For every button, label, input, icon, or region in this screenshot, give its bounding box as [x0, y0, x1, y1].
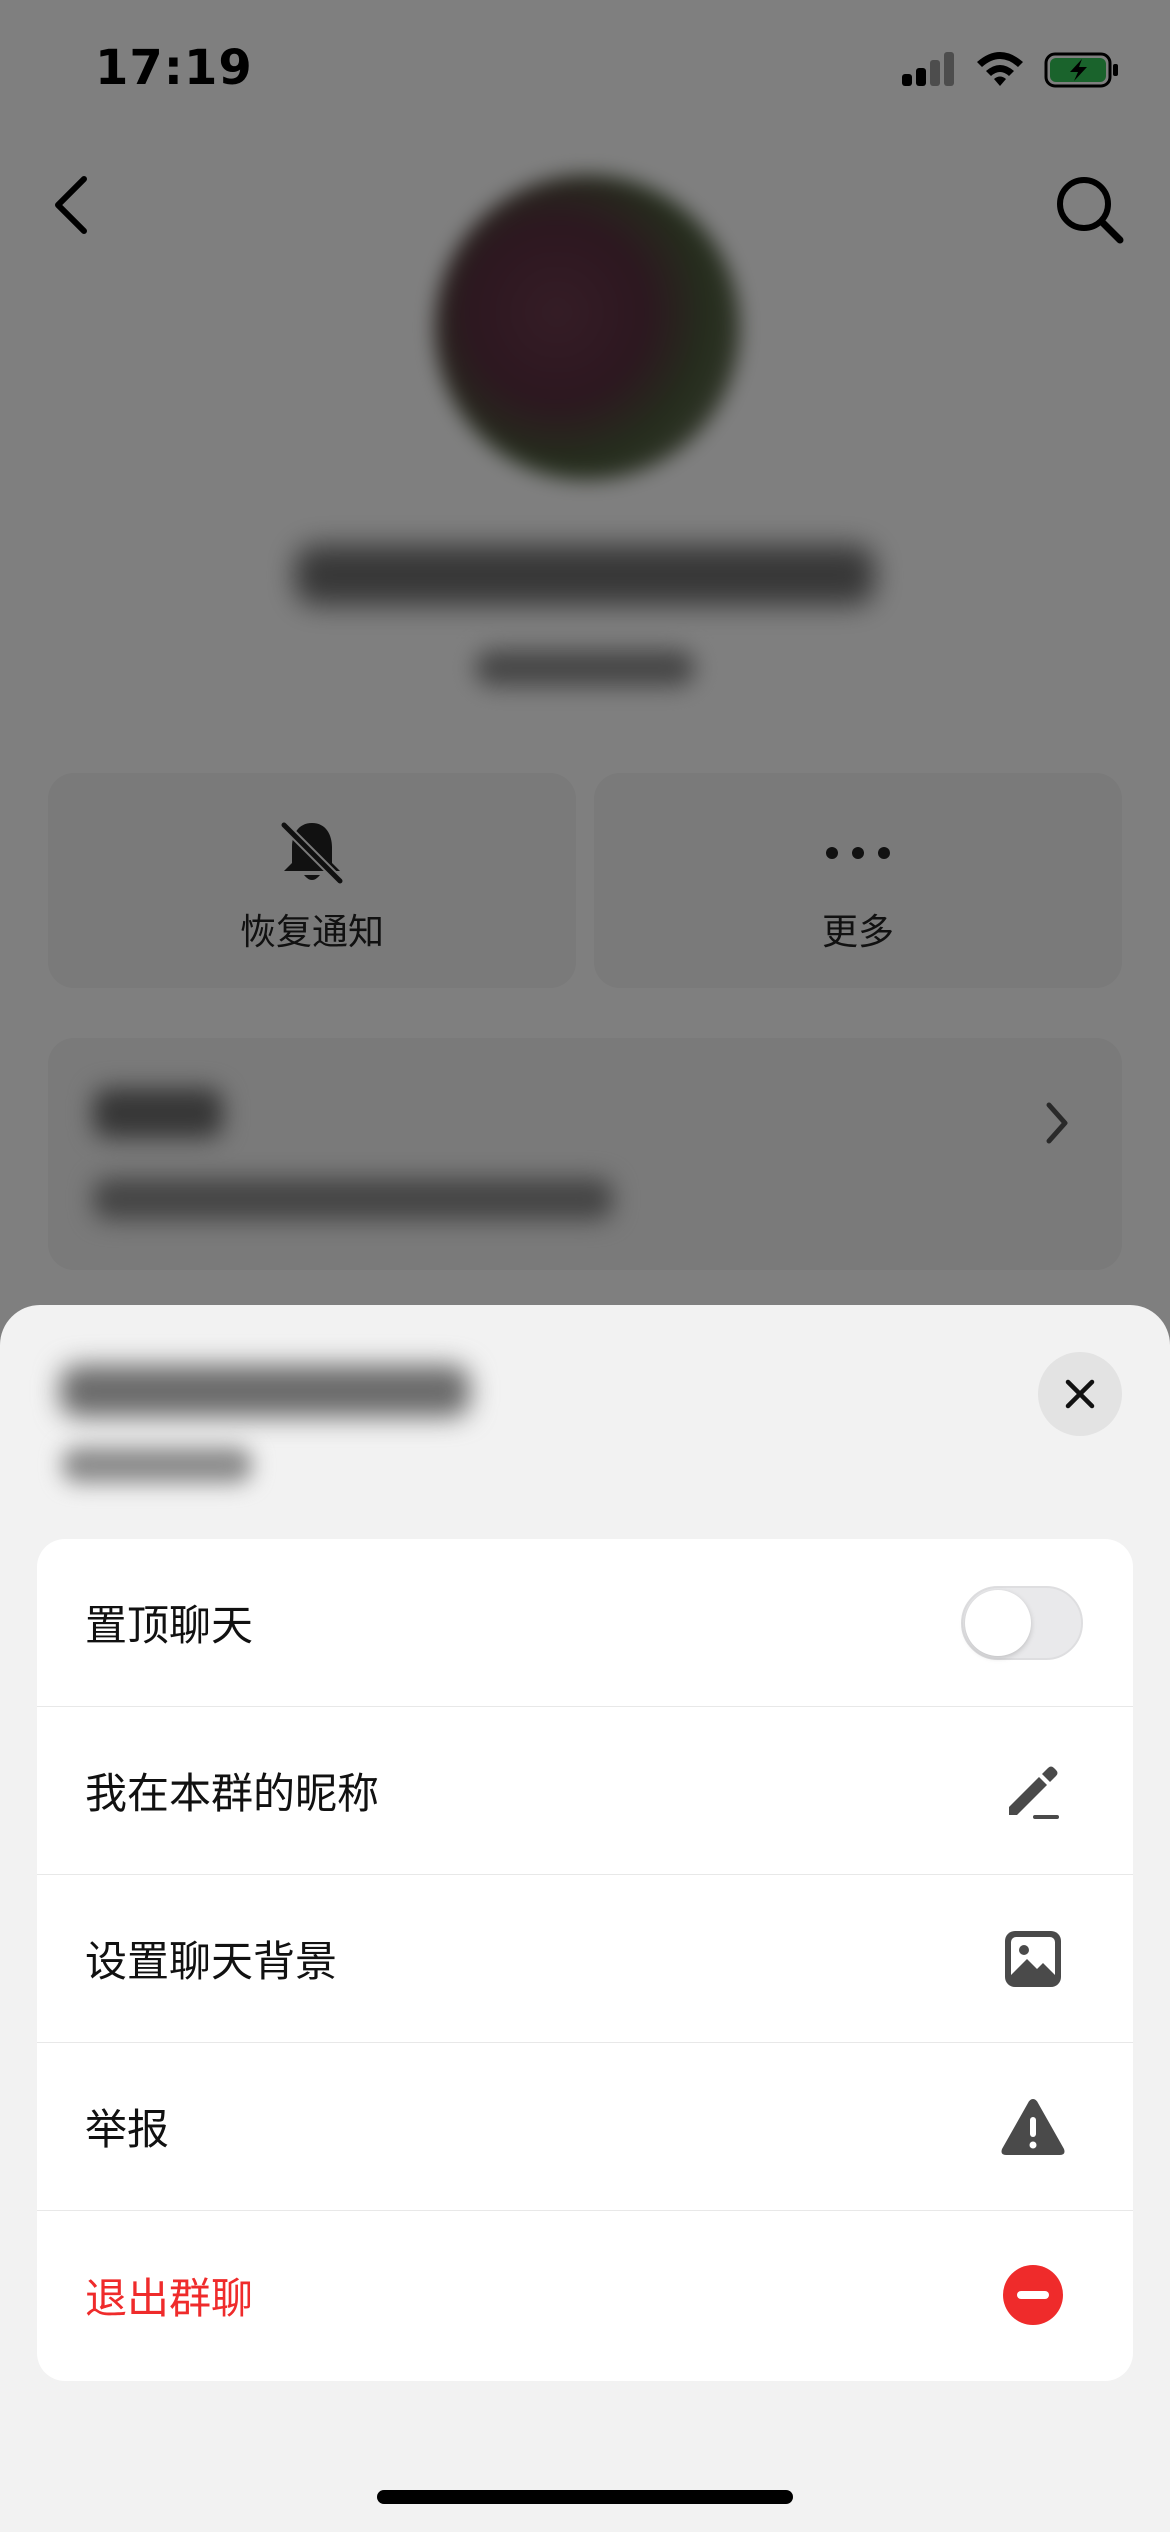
menu-icon-wrap: [998, 2092, 1068, 2162]
menu-item-report[interactable]: 举报: [37, 2043, 1133, 2211]
report-label: 举报: [85, 2105, 170, 2154]
menu-item-pin-chat[interactable]: 置顶聊天: [37, 1539, 1133, 1707]
close-icon: [1065, 1379, 1095, 1409]
minus-circle-icon: [1003, 2265, 1063, 2325]
group-nickname-label: 我在本群的昵称: [85, 1769, 380, 1818]
leave-group-label: 退出群聊: [85, 2273, 254, 2323]
menu-item-leave-group[interactable]: 退出群聊: [37, 2211, 1133, 2379]
toggle-knob: [965, 1589, 1031, 1656]
menu-icon-wrap: [998, 2260, 1068, 2330]
sheet-subtitle-blurred: [62, 1447, 252, 1483]
edit-pencil-icon: [1009, 1766, 1059, 1819]
sheet-title-blurred: [60, 1365, 470, 1417]
screen: 17:19: [0, 0, 1170, 2532]
image-icon: [1005, 1930, 1061, 1987]
menu-icon-wrap: [998, 1924, 1068, 1994]
pin-chat-toggle[interactable]: [961, 1585, 1083, 1660]
menu-item-chat-background[interactable]: 设置聊天背景: [37, 1875, 1133, 2043]
home-indicator[interactable]: [377, 2490, 793, 2504]
menu-item-group-nickname[interactable]: 我在本群的昵称: [37, 1707, 1133, 1875]
pin-chat-label: 置顶聊天: [85, 1601, 254, 1650]
options-menu: 置顶聊天 我在本群的昵称 设置聊天背景 举报 退出群聊: [37, 1539, 1133, 2381]
warning-icon: [1001, 2098, 1065, 2155]
group-options-sheet: 置顶聊天 我在本群的昵称 设置聊天背景 举报 退出群聊: [0, 1305, 1170, 2532]
chat-background-label: 设置聊天背景: [85, 1937, 338, 1986]
close-button[interactable]: [1038, 1352, 1122, 1436]
menu-icon-wrap: [998, 1756, 1068, 1826]
